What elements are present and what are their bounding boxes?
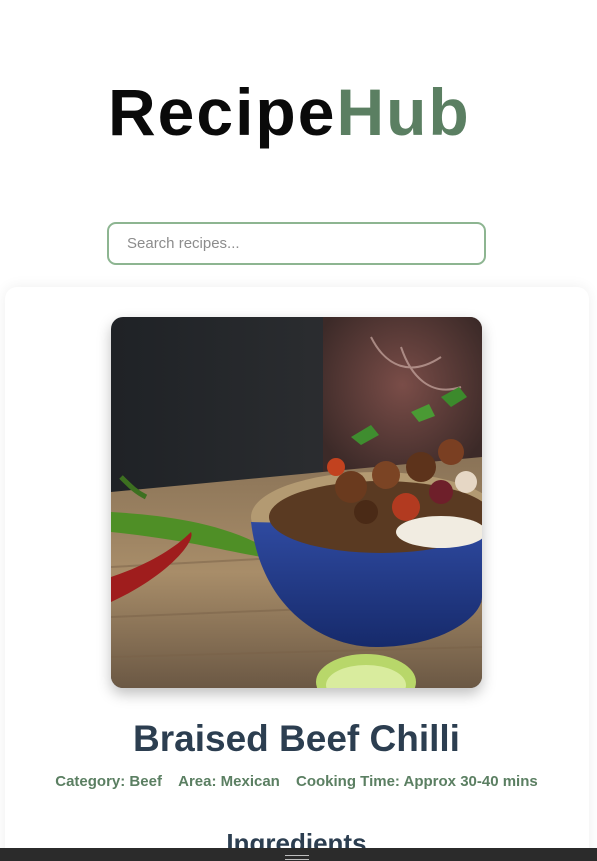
page: RecipeHub Search recipes... Braised Beef… (0, 0, 597, 861)
logo-text-recipe: Recipe (108, 75, 337, 149)
recipe-cooking-time: Cooking Time: Approx 30-40 mins (296, 773, 538, 790)
search-input[interactable] (107, 222, 486, 265)
bottom-bar[interactable] (0, 848, 597, 861)
recipe-meta: Category: Beef Area: Mexican Cooking Tim… (0, 773, 593, 790)
recipe-title: Braised Beef Chilli (133, 718, 460, 759)
site-logo[interactable]: RecipeHub (108, 72, 471, 152)
logo-text-hub: Hub (336, 75, 471, 149)
recipe-area: Area: Mexican (178, 773, 280, 790)
drag-handle-icon[interactable] (285, 855, 309, 860)
recipe-category: Category: Beef (55, 773, 162, 790)
recipe-image (111, 317, 482, 688)
